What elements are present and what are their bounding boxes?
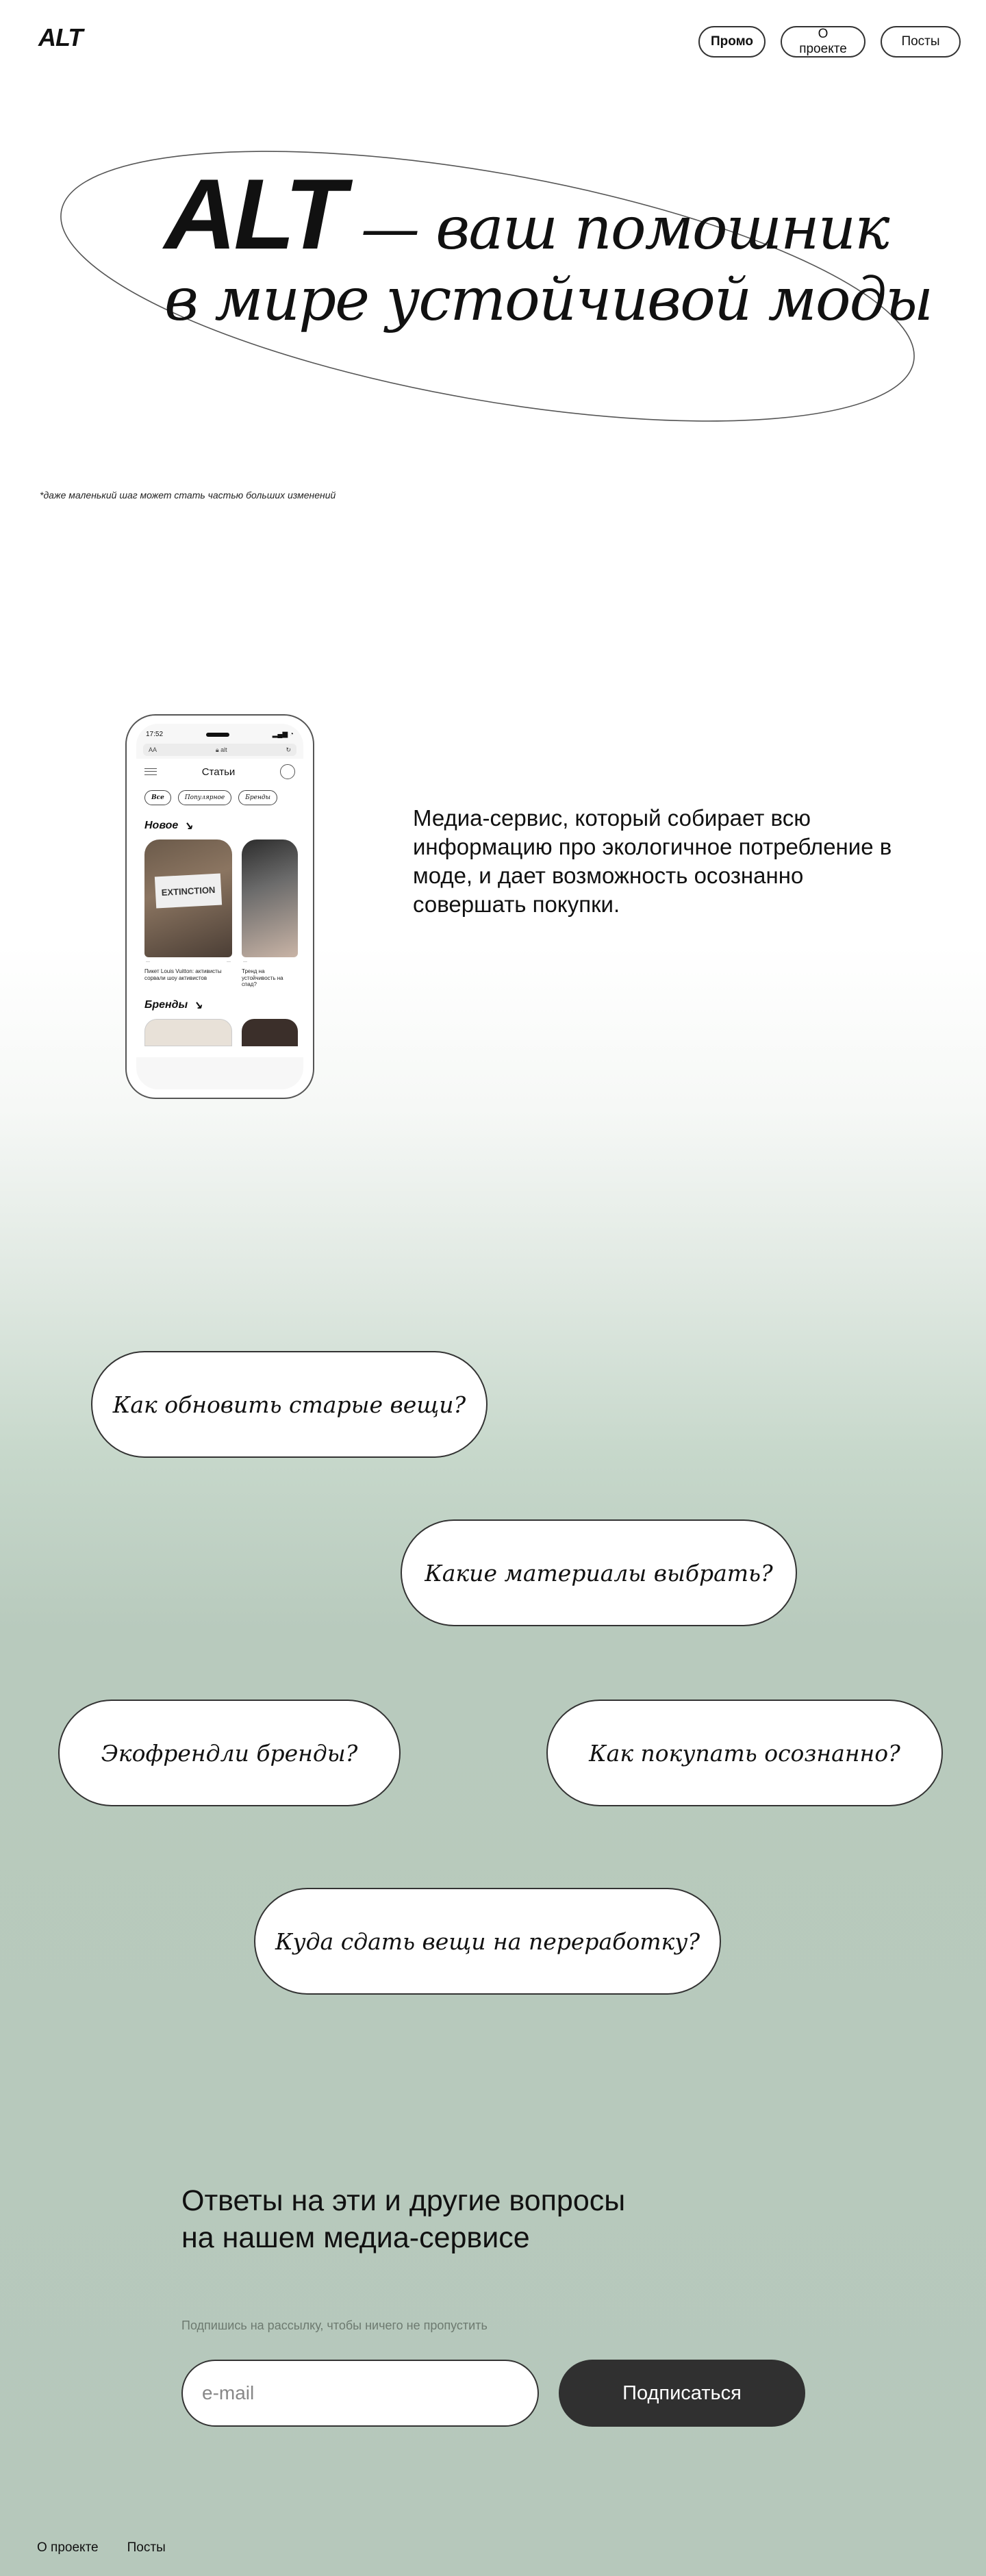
card-banner: EXTINCTION <box>154 873 223 909</box>
card-meta: — <box>243 960 247 964</box>
chip-popular: Популярное <box>177 790 232 805</box>
top-nav: Промо О проекте Посты <box>698 26 961 58</box>
reload-icon: ↻ <box>286 746 291 753</box>
hero-title-line1: ALT — ваш помошник <box>164 158 890 270</box>
hero-title-rest: — ваш помошник <box>360 194 890 263</box>
chip-brands: Бренды <box>238 790 277 805</box>
brand-tile <box>144 1019 232 1046</box>
logo[interactable]: ALT <box>38 23 83 52</box>
phone-url: 🔒︎ alt <box>215 746 227 753</box>
hero-brand: ALT <box>164 158 346 270</box>
footer-link-about[interactable]: О проекте <box>37 2540 99 2555</box>
arrow-down-right-icon: ↘ <box>184 820 193 832</box>
question-pill-recycling[interactable]: Куда сдать вещи на переработку? <box>254 1888 721 1995</box>
service-description: Медиа-сервис, который собирает всю инфор… <box>413 805 892 917</box>
nav-posts-button[interactable]: Посты <box>881 26 961 58</box>
arrow-down-right-icon: ↘ <box>193 1000 203 1011</box>
phone-card: — Тренд на устойчивость на спад? <box>242 839 303 992</box>
card-meta: — — <box>146 960 231 964</box>
footer-link-posts[interactable]: Посты <box>127 2540 166 2555</box>
hero-tagline: *даже маленький шаг может стать частью б… <box>40 490 336 501</box>
answers-heading-line2: на нашем медиа-сервисе <box>181 2221 530 2254</box>
hero-title-line2: в мире устойчивой моды <box>164 266 933 334</box>
nav-promo-button[interactable]: Промо <box>698 26 766 58</box>
card-caption: Пикет Louis Vuitton: активисты сорвали ш… <box>144 968 222 981</box>
subscribe-button[interactable]: Подписаться <box>559 2360 805 2427</box>
phone-status-bar: 17:52 ▂▄▆ ◔ <box>136 724 303 741</box>
phone-screen-title: Статьи <box>201 766 236 778</box>
phone-section-brands: Бренды ↘ <box>136 992 303 1016</box>
phone-time: 17:52 <box>146 731 164 738</box>
phone-chips: Все Популярное Бренды <box>136 785 303 812</box>
profile-icon <box>280 764 295 779</box>
phone-section-new-label: Новое <box>144 820 179 831</box>
subscribe-hint: Подпишись на рассылку, чтобы ничего не п… <box>181 2319 488 2332</box>
question-pill-eco-brands[interactable]: Экофрендли бренды? <box>58 1700 401 1806</box>
answers-heading-line1: Ответы на эти и другие вопросы <box>181 2184 626 2217</box>
footer-nav: О проекте Посты <box>37 2540 166 2555</box>
phone-app-bar: Статьи <box>136 759 303 785</box>
answers-heading: Ответы на эти и другие вопросы на нашем … <box>181 2182 625 2256</box>
question-pill-materials[interactable]: Какие материалы выбрать? <box>401 1519 797 1626</box>
phone-mockup: 17:52 ▂▄▆ ◔ AA 🔒︎ alt ↻ Статьи Все Попул… <box>125 714 314 1099</box>
phone-notch <box>205 732 229 737</box>
menu-icon <box>144 768 157 775</box>
email-field[interactable] <box>181 2360 539 2427</box>
phone-screen: 17:52 ▂▄▆ ◔ AA 🔒︎ alt ↻ Статьи Все Попул… <box>136 724 303 1089</box>
phone-card: EXTINCTION — — Пикет Louis Vuitton: актив… <box>144 839 232 992</box>
question-pill-update-clothes[interactable]: Как обновить старые вещи? <box>91 1351 488 1458</box>
card-photo <box>242 839 298 957</box>
phone-section-new: Новое ↘ <box>136 812 303 837</box>
phone-url-aa: AA <box>149 746 157 753</box>
phone-url-bar: AA 🔒︎ alt ↻ <box>143 744 296 756</box>
signal-icon: ▂▄▆ ◔ <box>272 731 294 738</box>
phone-cards: EXTINCTION — — Пикет Louis Vuitton: актив… <box>136 837 303 992</box>
card-caption: Тренд на устойчивость на спад? <box>242 968 283 988</box>
question-pill-buy-consciously[interactable]: Как покупать осознанно? <box>546 1700 943 1806</box>
brand-tile <box>242 1019 298 1046</box>
card-photo: EXTINCTION <box>144 839 232 957</box>
phone-section-brands-label: Бренды <box>144 999 188 1011</box>
phone-brands-row <box>136 1016 303 1057</box>
chip-all: Все <box>144 790 171 805</box>
nav-about-button[interactable]: О проекте <box>781 26 865 58</box>
